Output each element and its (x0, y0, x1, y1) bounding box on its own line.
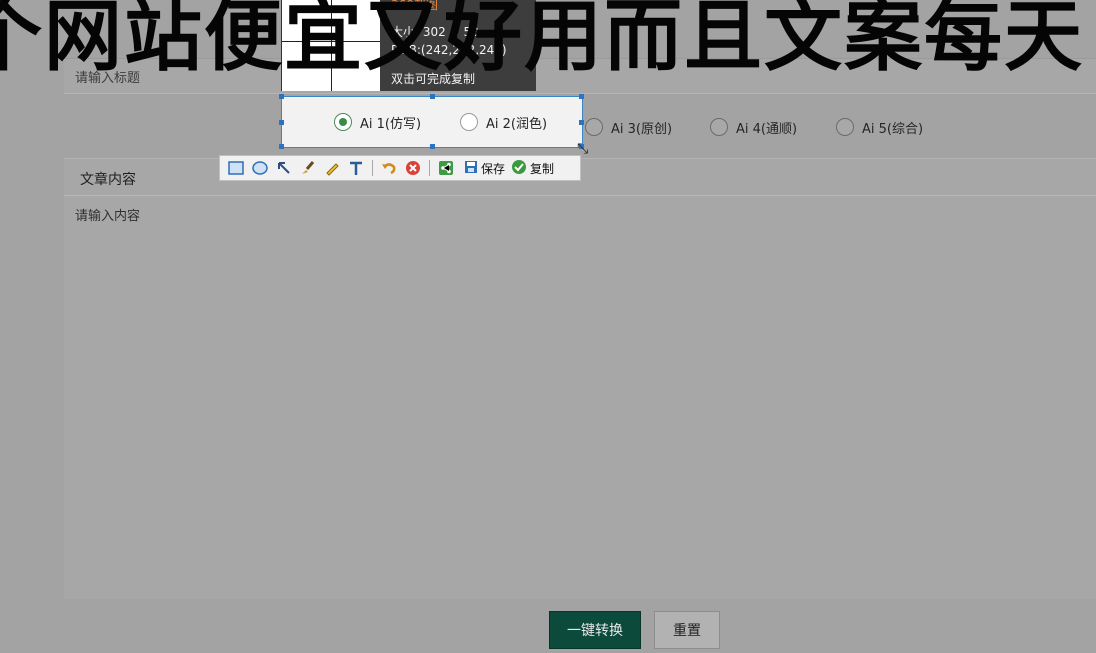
resize-handle[interactable] (579, 120, 584, 125)
radio-ai-5-circle[interactable] (836, 118, 854, 136)
undo-icon[interactable] (377, 157, 401, 179)
content-placeholder: 请输入内容 (75, 209, 141, 224)
radio-ai-3[interactable]: Ai 3(原创) (585, 116, 672, 138)
radio-ai-1[interactable]: Ai 1(仿写) (334, 111, 421, 133)
resize-handle[interactable] (279, 144, 284, 149)
content-header-label: 文章内容 (80, 172, 136, 188)
radio-ai-5[interactable]: Ai 5(综合) (836, 116, 923, 138)
resize-cursor-icon: ⤡ (577, 141, 589, 157)
text-icon[interactable] (344, 157, 368, 179)
pencil-icon[interactable] (320, 157, 344, 179)
radio-ai-2-circle[interactable] (460, 113, 478, 131)
toolbar-divider (372, 160, 373, 176)
radio-ai-2-label: Ai 2(润色) (486, 116, 548, 132)
share-icon[interactable] (434, 157, 458, 179)
video-caption: 个网站便宜又好用而且文案每天 (0, 0, 1085, 82)
toolbar-divider (429, 160, 430, 176)
resize-handle[interactable] (430, 94, 435, 99)
resize-handle[interactable] (430, 144, 435, 149)
reset-button[interactable]: 重置 (654, 611, 720, 649)
resize-handle[interactable] (279, 120, 284, 125)
radio-ai-1-label: Ai 1(仿写) (360, 116, 422, 132)
screenshot-selection[interactable]: Ai 1(仿写) Ai 2(润色) (279, 94, 584, 149)
ellipse-icon[interactable] (248, 157, 272, 179)
radio-ai-1-circle[interactable] (334, 113, 352, 131)
radio-ai-4[interactable]: Ai 4(通顺) (710, 116, 797, 138)
radio-ai-2[interactable]: Ai 2(润色) (460, 111, 547, 133)
radio-ai-4-label: Ai 4(通顺) (736, 121, 798, 137)
resize-handle[interactable] (579, 94, 584, 99)
rectangle-icon[interactable] (224, 157, 248, 179)
convert-button[interactable]: 一键转换 (549, 611, 641, 649)
arrow-icon[interactable] (272, 157, 296, 179)
content-area[interactable]: 文章内容 请输入内容 (64, 158, 1096, 599)
save-icon (464, 160, 478, 177)
radio-ai-3-circle[interactable] (585, 118, 603, 136)
checkmark-icon (511, 159, 527, 178)
radio-ai-4-circle[interactable] (710, 118, 728, 136)
brush-icon[interactable] (296, 157, 320, 179)
save-label: 保存 (481, 161, 506, 176)
screenshot-toolbar: 保存 复制 (219, 155, 581, 181)
resize-handle[interactable] (279, 94, 284, 99)
copy-button[interactable]: 复制 (511, 159, 554, 178)
save-button[interactable]: 保存 (464, 160, 505, 177)
cancel-icon[interactable] (401, 157, 425, 179)
radio-ai-3-label: Ai 3(原创) (611, 121, 673, 137)
radio-ai-5-label: Ai 5(综合) (862, 121, 924, 137)
copy-label: 复制 (530, 161, 555, 176)
